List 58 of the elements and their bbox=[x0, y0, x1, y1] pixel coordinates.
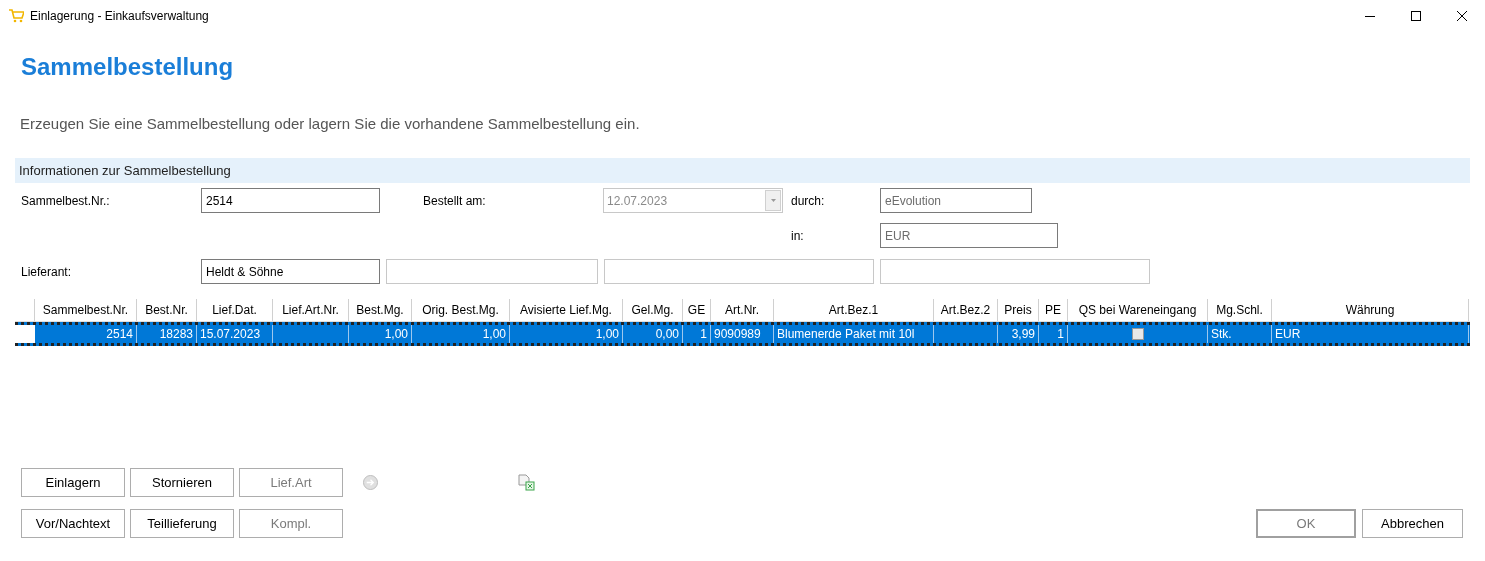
column-header[interactable]: Lief.Art.Nr. bbox=[273, 299, 349, 321]
column-header[interactable]: Art.Bez.2 bbox=[934, 299, 998, 321]
caret-icon bbox=[770, 199, 776, 202]
table-cell: Blumenerde Paket mit 10l bbox=[774, 325, 934, 343]
page-description: Erzeugen Sie eine Sammelbestellung oder lagern Sie die vorhandene Sammelbestellung ein. bbox=[20, 114, 640, 134]
column-header[interactable]: GE bbox=[683, 299, 711, 321]
column-header[interactable]: Sammelbest.Nr. bbox=[35, 299, 137, 321]
supplier-field[interactable] bbox=[604, 259, 874, 284]
column-header[interactable]: Preis bbox=[998, 299, 1039, 321]
arrow-right-icon[interactable] bbox=[363, 475, 378, 490]
table-cell: 1,00 bbox=[349, 325, 412, 343]
action-button[interactable]: Vor/Nachtext bbox=[21, 509, 125, 538]
window-title: Einlagerung - Einkaufsverwaltung bbox=[30, 8, 209, 25]
column-header[interactable]: Währung bbox=[1272, 299, 1469, 321]
column-header[interactable]: Best.Mg. bbox=[349, 299, 412, 321]
excel-export-icon[interactable] bbox=[518, 474, 535, 491]
column-header[interactable]: Art.Bez.1 bbox=[774, 299, 934, 321]
column-header[interactable]: Best.Nr. bbox=[137, 299, 197, 321]
supplier-field[interactable] bbox=[880, 259, 1150, 284]
supplier-field[interactable]: Heldt & Söhne bbox=[201, 259, 380, 284]
table-cell: 0,00 bbox=[623, 325, 683, 343]
order-number-field[interactable]: 2514 bbox=[201, 188, 380, 213]
column-header[interactable]: Art.Nr. bbox=[711, 299, 774, 321]
table-cell: 1,00 bbox=[510, 325, 623, 343]
column-header[interactable]: QS bei Wareneingang bbox=[1068, 299, 1208, 321]
field-label: in: bbox=[791, 229, 804, 243]
column-header[interactable]: Lief.Dat. bbox=[197, 299, 273, 321]
column-header[interactable]: Mg.Schl. bbox=[1208, 299, 1272, 321]
table-cell: 1 bbox=[683, 325, 711, 343]
action-button[interactable]: Stornieren bbox=[130, 468, 234, 497]
action-button[interactable]: Abbrechen bbox=[1362, 509, 1463, 538]
column-header[interactable]: Avisierte Lief.Mg. bbox=[510, 299, 623, 321]
table-cell: 18283 bbox=[137, 325, 197, 343]
field-label: Bestellt am: bbox=[423, 194, 486, 208]
supplier-field[interactable] bbox=[386, 259, 598, 284]
action-button[interactable]: Teillieferung bbox=[130, 509, 234, 538]
table-cell: 1 bbox=[1039, 325, 1068, 343]
column-header[interactable]: Gel.Mg. bbox=[623, 299, 683, 321]
row-header-cell[interactable] bbox=[15, 325, 35, 343]
table-cell: EUR bbox=[1272, 325, 1469, 343]
table-cell: Stk. bbox=[1208, 325, 1272, 343]
field-label: Sammelbest.Nr.: bbox=[21, 194, 110, 208]
column-header[interactable]: Orig. Best.Mg. bbox=[412, 299, 510, 321]
field-label: durch: bbox=[791, 194, 825, 208]
close-icon[interactable] bbox=[1457, 11, 1467, 21]
field-label: Lieferant: bbox=[21, 265, 72, 279]
table-cell: 2514 bbox=[35, 325, 137, 343]
table-cell: 9090989 bbox=[711, 325, 774, 343]
row-checkbox[interactable] bbox=[1131, 328, 1144, 340]
table-row[interactable]: 2514 18283 15.07.2023 1,00 1,00 1,00 0,00 1 9090989 Blumenerde Paket mit 10l 3,99 1 Stk. EUR bbox=[15, 322, 1470, 346]
page-heading: Sammelbestellung bbox=[21, 52, 234, 82]
section-header: Informationen zur Sammelbestellung bbox=[15, 158, 1470, 183]
table-cell: 15.07.2023 bbox=[197, 325, 273, 343]
table-cell: 3,99 bbox=[998, 325, 1039, 343]
action-button[interactable]: Einlagern bbox=[21, 468, 125, 497]
cart-icon bbox=[9, 9, 24, 23]
table-cell: 1,00 bbox=[412, 325, 510, 343]
column-header[interactable]: PE bbox=[1039, 299, 1068, 321]
